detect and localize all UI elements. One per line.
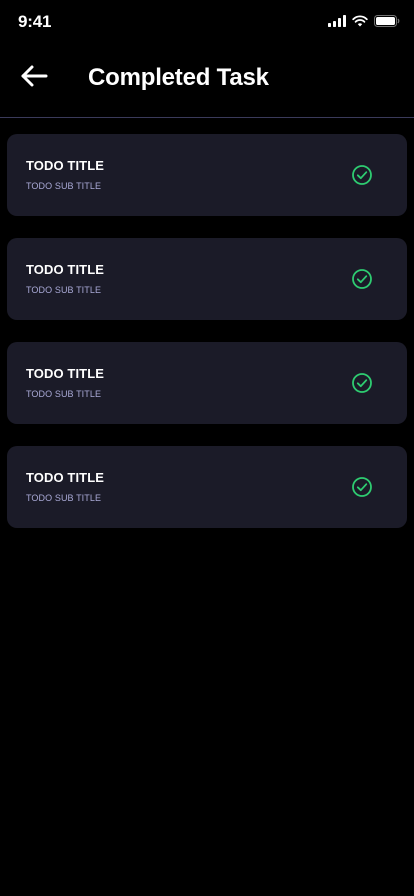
task-list: TODO TITLE TODO SUB TITLE TODO TITLE TOD… — [7, 134, 407, 550]
check-circle-icon[interactable] — [351, 164, 373, 186]
task-title: TODO TITLE — [26, 470, 105, 485]
task-subtitle: TODO SUB TITLE — [26, 493, 102, 503]
cellular-signal-icon — [328, 14, 346, 32]
task-card[interactable]: TODO TITLE TODO SUB TITLE — [7, 134, 407, 216]
header: Completed Task — [0, 44, 414, 118]
status-time: 9:41 — [18, 12, 52, 31]
check-circle-icon[interactable] — [351, 476, 373, 498]
page-title: Completed Task — [88, 64, 269, 91]
wifi-icon — [352, 14, 368, 32]
task-title: TODO TITLE — [26, 158, 105, 173]
check-circle-icon[interactable] — [351, 268, 373, 290]
status-icons — [328, 14, 400, 32]
task-subtitle: TODO SUB TITLE — [26, 389, 102, 399]
task-subtitle: TODO SUB TITLE — [26, 181, 102, 191]
task-card[interactable]: TODO TITLE TODO SUB TITLE — [7, 342, 407, 424]
task-card[interactable]: TODO TITLE TODO SUB TITLE — [7, 446, 407, 528]
back-button[interactable] — [16, 62, 52, 94]
status-bar: 9:41 — [0, 0, 414, 44]
battery-icon — [374, 14, 400, 32]
check-circle-icon[interactable] — [351, 372, 373, 394]
task-subtitle: TODO SUB TITLE — [26, 285, 102, 295]
arrow-left-icon — [20, 64, 48, 93]
task-title: TODO TITLE — [26, 366, 105, 381]
task-title: TODO TITLE — [26, 262, 105, 277]
task-card[interactable]: TODO TITLE TODO SUB TITLE — [7, 238, 407, 320]
